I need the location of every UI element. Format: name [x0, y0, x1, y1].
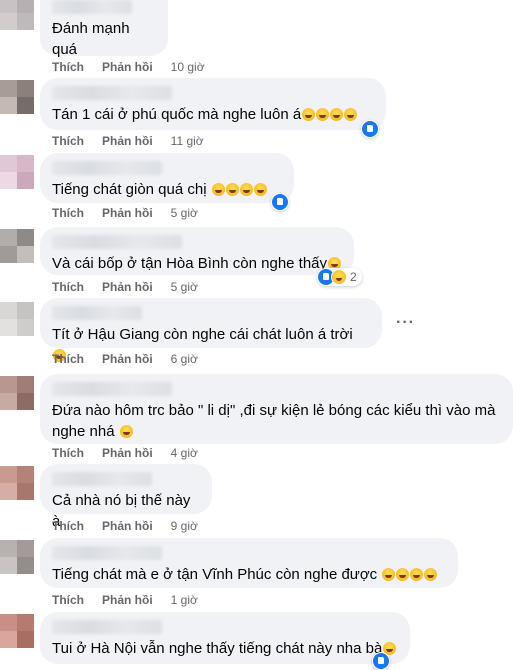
- avatar[interactable]: [0, 155, 34, 189]
- reply-button[interactable]: Phản hồi: [102, 352, 153, 366]
- commenter-name[interactable]: [52, 546, 162, 560]
- haha-emoji-icon: [396, 568, 410, 581]
- haha-emoji-icon: [239, 183, 253, 196]
- haha-emoji-icon: [330, 108, 344, 121]
- comment-bubble: Cả nhà nó bị thế này à: [40, 464, 212, 530]
- reaction-count: 2: [350, 270, 357, 284]
- comment-text: Tán 1 cái ở phú quốc mà nghe luôn á: [52, 104, 374, 125]
- comment-bubble: Tiếng chát giòn quá chị: [40, 153, 294, 203]
- comment-time[interactable]: 6 giờ: [171, 352, 198, 366]
- like-button[interactable]: Thích: [52, 519, 84, 533]
- comment-bubble: Đánh mạnh quá: [40, 0, 168, 58]
- more-options-icon[interactable]: ···: [396, 314, 415, 332]
- comment-text: Và cái bốp ở tận Hòa Bình còn nghe thấy: [52, 253, 342, 274]
- haha-icon: [331, 269, 347, 285]
- haha-emoji-icon: [410, 568, 424, 581]
- comment-time[interactable]: 5 giờ: [171, 206, 198, 220]
- comment-actions: Thích Phản hồi 4 giờ: [52, 446, 198, 460]
- comment-bubble: Tít ở Hậu Giang còn nghe cái chát luôn á…: [40, 298, 382, 362]
- like-icon: [362, 121, 378, 137]
- like-button[interactable]: Thích: [52, 280, 84, 294]
- reply-button[interactable]: Phản hồi: [102, 134, 153, 148]
- like-icon: [272, 194, 288, 210]
- reaction-summary[interactable]: [271, 193, 289, 211]
- commenter-name[interactable]: [52, 306, 142, 320]
- commenter-name[interactable]: [52, 86, 172, 100]
- commenter-name[interactable]: [52, 472, 152, 486]
- haha-emoji-icon: [382, 568, 396, 581]
- comment-actions: Thích Phản hồi 11 giờ: [52, 134, 204, 148]
- avatar[interactable]: [0, 614, 34, 648]
- commenter-name[interactable]: [52, 620, 162, 634]
- comment-time[interactable]: 4 giờ: [171, 446, 198, 460]
- haha-emoji-icon: [253, 183, 267, 196]
- comment-bubble: Đứa nào hôm trc bảo " li dị" ,đi sự kiện…: [40, 374, 513, 444]
- commenter-name[interactable]: [52, 161, 162, 175]
- avatar[interactable]: [0, 80, 34, 114]
- comment-actions: Thích Phản hồi 10 giờ: [52, 60, 205, 74]
- reply-button[interactable]: Phản hồi: [102, 519, 153, 533]
- avatar[interactable]: [0, 302, 34, 336]
- commenter-name[interactable]: [52, 382, 172, 396]
- comment-actions: Thích Phản hồi 5 giờ: [52, 206, 198, 220]
- comment-time[interactable]: 5 giờ: [171, 280, 198, 294]
- comment-bubble: Tán 1 cái ở phú quốc mà nghe luôn á: [40, 78, 386, 130]
- like-button[interactable]: Thích: [52, 593, 84, 607]
- reaction-summary[interactable]: [372, 652, 390, 670]
- comment-bubble: Và cái bốp ở tận Hòa Bình còn nghe thấy: [40, 227, 354, 275]
- comment-bubble: Tui ở Hà Nội vẫn nghe thấy tiếng chát nà…: [40, 612, 410, 664]
- reply-button[interactable]: Phản hồi: [102, 280, 153, 294]
- like-button[interactable]: Thích: [52, 60, 84, 74]
- reply-button[interactable]: Phản hồi: [102, 593, 153, 607]
- haha-emoji-icon: [302, 108, 316, 121]
- comment-time[interactable]: 9 giờ: [171, 519, 198, 533]
- comment-time[interactable]: 1 giờ: [171, 593, 198, 607]
- comment-text: Đứa nào hôm trc bảo " li dị" ,đi sự kiện…: [52, 402, 496, 440]
- like-button[interactable]: Thích: [52, 206, 84, 220]
- reply-button[interactable]: Phản hồi: [102, 446, 153, 460]
- comment-bubble: Tiếng chát mà e ở tận Vĩnh Phúc còn nghe…: [40, 538, 458, 588]
- comment-text: Tiếng chát mà e ở tận Vĩnh Phúc còn nghe…: [52, 564, 446, 585]
- like-icon: [373, 653, 389, 669]
- haha-emoji-icon: [225, 183, 239, 196]
- like-button[interactable]: Thích: [52, 446, 84, 460]
- haha-emoji-icon: [316, 108, 330, 121]
- avatar[interactable]: [0, 229, 34, 263]
- comment-text: Tui ở Hà Nội vẫn nghe thấy tiếng chát nà…: [52, 638, 398, 659]
- avatar[interactable]: [0, 466, 34, 500]
- like-button[interactable]: Thích: [52, 134, 84, 148]
- haha-emoji-icon: [211, 183, 225, 196]
- comment-actions: Thích Phản hồi 5 giờ: [52, 280, 198, 294]
- comment-actions: Thích Phản hồi 6 giờ: [52, 352, 198, 366]
- reaction-summary[interactable]: [361, 120, 379, 138]
- commenter-name[interactable]: [52, 0, 132, 14]
- comment-text: Tiếng chát giòn quá chị: [52, 179, 282, 200]
- commenter-name[interactable]: [52, 235, 182, 249]
- comment-time[interactable]: 11 giờ: [171, 134, 204, 148]
- haha-emoji-icon: [119, 425, 133, 438]
- haha-emoji-icon: [424, 568, 438, 581]
- reply-button[interactable]: Phản hồi: [102, 206, 153, 220]
- comment-actions: Thích Phản hồi 1 giờ: [52, 593, 198, 607]
- reply-button[interactable]: Phản hồi: [102, 60, 153, 74]
- comment-text: Đánh mạnh quá: [52, 20, 134, 58]
- reaction-summary[interactable]: 2: [317, 268, 362, 286]
- haha-emoji-icon: [344, 108, 358, 121]
- avatar[interactable]: [0, 376, 34, 410]
- like-button[interactable]: Thích: [52, 352, 84, 366]
- avatar[interactable]: [0, 0, 34, 30]
- avatar[interactable]: [0, 540, 34, 574]
- comment-actions: Thích Phản hồi 9 giờ: [52, 519, 198, 533]
- comment-time[interactable]: 10 giờ: [171, 60, 205, 74]
